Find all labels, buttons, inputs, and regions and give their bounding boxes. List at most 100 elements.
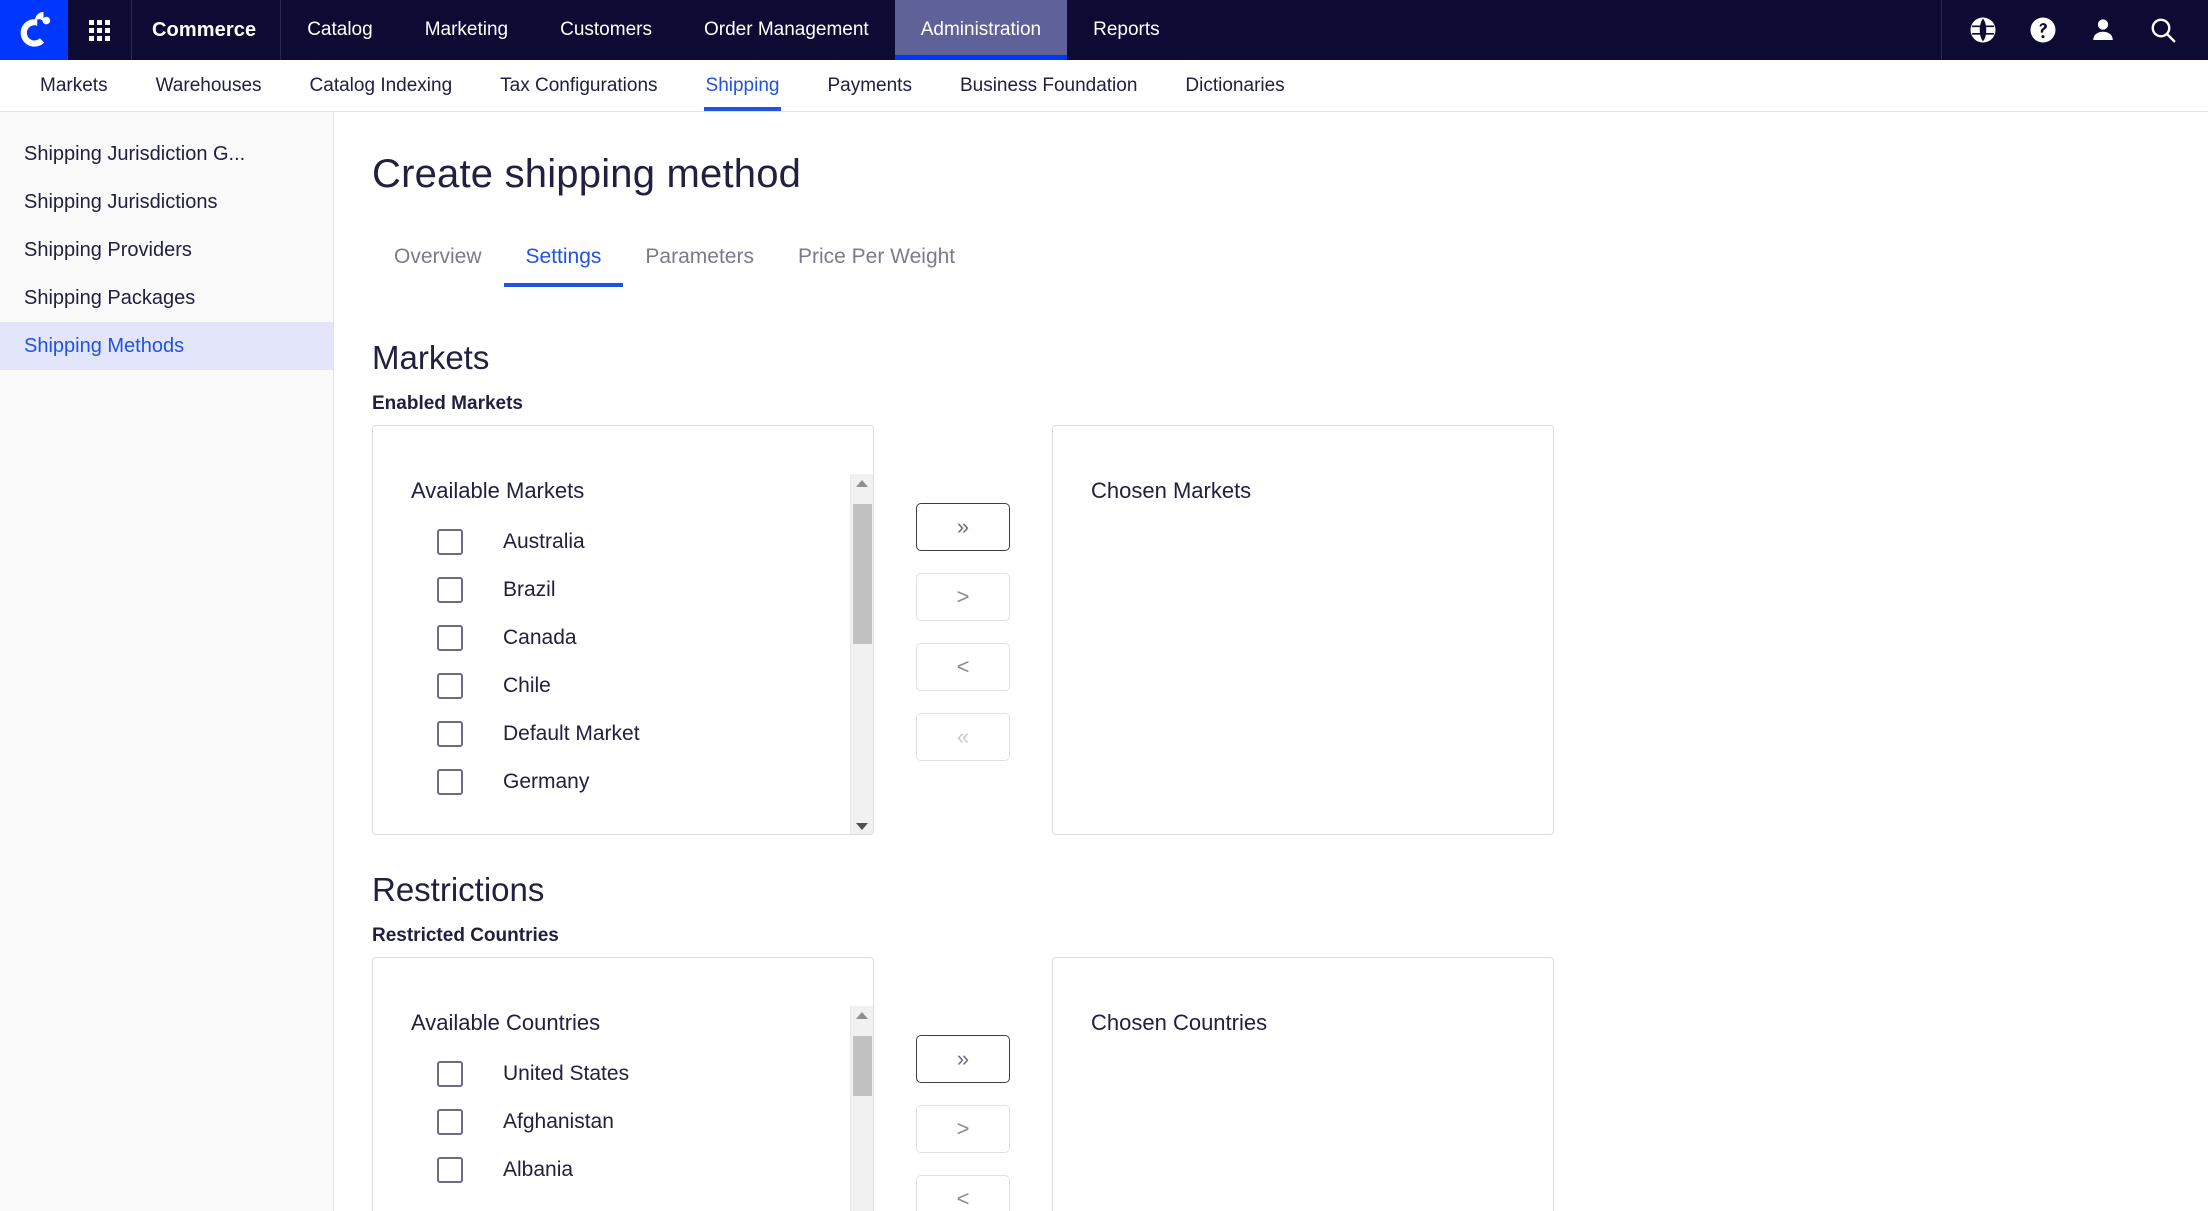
sidebar-item-shipping-providers[interactable]: Shipping Providers <box>0 226 333 274</box>
restrictions-section-title: Restrictions <box>372 871 545 908</box>
available-markets-panel: Available Markets Australia Brazil Canad… <box>372 425 874 835</box>
subnav-item-business-foundation[interactable]: Business Foundation <box>936 60 1161 111</box>
checkbox-icon[interactable] <box>437 577 463 603</box>
brand-label: Commerce <box>132 0 282 60</box>
primary-nav: Catalog Marketing Customers Order Manage… <box>281 0 1185 60</box>
list-item[interactable]: Chile <box>411 662 841 710</box>
list-item-label: Australia <box>503 530 585 553</box>
checkbox-icon[interactable] <box>437 1109 463 1135</box>
subnav-item-warehouses[interactable]: Warehouses <box>132 60 286 111</box>
scrollbar-thumb[interactable] <box>853 1036 872 1096</box>
content-tabs: Overview Settings Parameters Price Per W… <box>372 235 2208 287</box>
available-countries-scrollbar[interactable] <box>850 1006 873 1211</box>
page-title: Create shipping method <box>372 152 802 196</box>
list-item-label: Albania <box>503 1158 574 1181</box>
list-item-label: Germany <box>503 770 590 793</box>
markets-move-right-button[interactable]: > <box>916 573 1010 621</box>
grid-apps-icon <box>89 19 110 41</box>
list-item[interactable]: Canada <box>411 614 841 662</box>
markets-move-all-right-button[interactable]: » <box>916 503 1010 551</box>
countries-move-right-button[interactable]: > <box>916 1105 1010 1153</box>
sidebar-item-shipping-packages[interactable]: Shipping Packages <box>0 274 333 322</box>
countries-move-left-button[interactable]: < <box>916 1175 1010 1211</box>
scroll-up-arrow-icon[interactable] <box>851 474 873 493</box>
subnav-item-shipping[interactable]: Shipping <box>682 60 804 111</box>
markets-dual-list: Available Markets Australia Brazil Canad… <box>372 425 2208 835</box>
tab-parameters[interactable]: Parameters <box>623 235 776 287</box>
sidebar: Shipping Jurisdiction G... Shipping Juri… <box>0 112 334 1211</box>
scroll-up-arrow-icon[interactable] <box>851 1006 873 1025</box>
optimizely-logo-icon <box>20 11 51 47</box>
checkbox-icon[interactable] <box>437 769 463 795</box>
sidebar-item-shipping-jurisdictions[interactable]: Shipping Jurisdictions <box>0 178 333 226</box>
chosen-countries-panel: Chosen Countries <box>1052 957 1554 1211</box>
topnav-item-customers[interactable]: Customers <box>534 0 678 60</box>
markets-move-left-button[interactable]: < <box>916 643 1010 691</box>
topnav-item-administration[interactable]: Administration <box>894 0 1068 60</box>
restricted-countries-label: Restricted Countries <box>372 925 559 946</box>
enabled-markets-label: Enabled Markets <box>372 393 523 414</box>
search-icon[interactable] <box>2148 15 2178 45</box>
markets-move-all-left-button[interactable]: « <box>916 713 1010 761</box>
list-item-label: Default Market <box>503 722 640 745</box>
checkbox-icon[interactable] <box>437 1061 463 1087</box>
markets-transfer-buttons: » > < « <box>874 425 1052 761</box>
available-countries-panel: Available Countries United States Afghan… <box>372 957 874 1211</box>
list-item[interactable]: Afghanistan <box>411 1098 841 1146</box>
topnav-item-marketing[interactable]: Marketing <box>399 0 534 60</box>
countries-move-all-right-button[interactable]: » <box>916 1035 1010 1083</box>
list-item-label: Canada <box>503 626 577 649</box>
globe-icon[interactable] <box>1968 15 1998 45</box>
chosen-countries-heading: Chosen Countries <box>1091 1010 1268 1035</box>
checkbox-icon[interactable] <box>437 673 463 699</box>
help-icon[interactable] <box>2028 15 2058 45</box>
top-navigation-bar: Commerce Catalog Marketing Customers Ord… <box>0 0 2208 60</box>
chosen-markets-panel: Chosen Markets <box>1052 425 1554 835</box>
tab-overview[interactable]: Overview <box>372 235 504 287</box>
topnav-item-order-management[interactable]: Order Management <box>678 0 895 60</box>
list-item-label: United States <box>503 1062 630 1085</box>
subnav-item-markets[interactable]: Markets <box>16 60 132 111</box>
page-shell: Shipping Jurisdiction G... Shipping Juri… <box>0 112 2208 1211</box>
available-countries-list: United States Afghanistan Albania <box>411 1050 841 1194</box>
list-item[interactable]: Germany <box>411 758 841 806</box>
list-item[interactable]: Default Market <box>411 710 841 758</box>
subnav-item-dictionaries[interactable]: Dictionaries <box>1161 60 1308 111</box>
sidebar-item-shipping-methods[interactable]: Shipping Methods <box>0 322 333 370</box>
list-item-label: Brazil <box>503 578 556 601</box>
countries-dual-list: Available Countries United States Afghan… <box>372 957 2208 1211</box>
subnav-item-tax-configurations[interactable]: Tax Configurations <box>476 60 681 111</box>
topnav-item-catalog[interactable]: Catalog <box>281 0 399 60</box>
markets-section-title: Markets <box>372 339 490 376</box>
main-content: Create shipping method Overview Settings… <box>334 112 2208 1211</box>
sidebar-item-shipping-jurisdiction-groups[interactable]: Shipping Jurisdiction G... <box>0 130 333 178</box>
countries-transfer-buttons: » > < <box>874 957 1052 1211</box>
list-item-label: Chile <box>503 674 551 697</box>
chosen-markets-heading: Chosen Markets <box>1091 478 1252 503</box>
list-item[interactable]: Albania <box>411 1146 841 1194</box>
topbar-actions <box>1941 0 2208 60</box>
topnav-item-reports[interactable]: Reports <box>1067 0 1186 60</box>
list-item[interactable]: Australia <box>411 518 841 566</box>
tab-price-per-weight[interactable]: Price Per Weight <box>776 235 977 287</box>
user-icon[interactable] <box>2088 15 2118 45</box>
subnav-item-catalog-indexing[interactable]: Catalog Indexing <box>286 60 477 111</box>
available-countries-heading: Available Countries <box>411 1010 601 1035</box>
available-markets-heading: Available Markets <box>411 478 585 503</box>
checkbox-icon[interactable] <box>437 529 463 555</box>
checkbox-icon[interactable] <box>437 721 463 747</box>
checkbox-icon[interactable] <box>437 1157 463 1183</box>
list-item[interactable]: United States <box>411 1050 841 1098</box>
list-item-label: Afghanistan <box>503 1110 614 1133</box>
available-markets-list: Australia Brazil Canada Chile Default Ma… <box>411 518 841 806</box>
secondary-navigation: Markets Warehouses Catalog Indexing Tax … <box>0 60 2208 112</box>
app-logo[interactable] <box>0 0 68 60</box>
list-item[interactable]: Brazil <box>411 566 841 614</box>
scrollbar-thumb[interactable] <box>853 504 872 644</box>
scroll-down-arrow-icon[interactable] <box>851 817 873 834</box>
tab-settings[interactable]: Settings <box>503 235 624 287</box>
app-switcher-button[interactable] <box>68 0 132 60</box>
subnav-item-payments[interactable]: Payments <box>803 60 935 111</box>
available-markets-scrollbar[interactable] <box>850 474 873 834</box>
checkbox-icon[interactable] <box>437 625 463 651</box>
